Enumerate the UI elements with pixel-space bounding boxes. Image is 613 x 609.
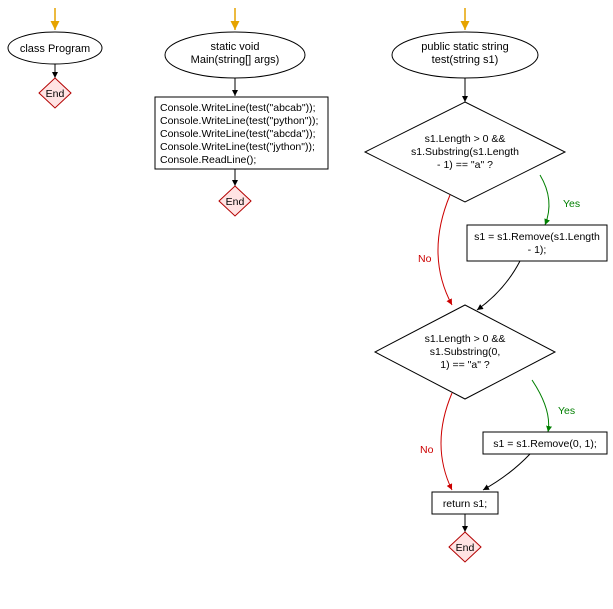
main-line3: Console.WriteLine(test("abcda")); [160,128,316,140]
label-class-program: class Program [20,43,90,55]
main-line2: Console.WriteLine(test("python")); [160,115,318,127]
main-line4: Console.WriteLine(test("jython")); [160,141,315,153]
edge-d2-yes [532,380,549,432]
end-node-1: End [39,78,71,108]
label-main-2: Main(string[] args) [191,54,280,66]
p2-l1: s1 = s1.Remove(0, 1); [493,438,597,450]
main-line5: Console.ReadLine(); [160,154,256,166]
end-label-1: End [46,88,65,100]
d2-yes-label: Yes [558,405,575,417]
p1-l2: - 1); [528,244,547,256]
edge-p2-merge [483,454,530,490]
d1-no-label: No [418,253,432,265]
d2-l1: s1.Length > 0 && [425,333,506,345]
label-test-1: public static string [421,41,508,53]
edge-d1-no [438,195,452,305]
main-line1: Console.WriteLine(test("abcab")); [160,102,316,114]
d2-l2: s1.Substring(0, [430,346,501,358]
end-node-3: End [449,532,481,562]
return-label: return s1; [443,498,487,510]
d1-yes-label: Yes [563,198,580,210]
end-node-2: End [219,186,251,216]
end-label-3: End [456,542,475,554]
edge-d2-no [441,393,452,490]
d1-l2: s1.Substring(s1.Length [411,146,519,158]
d1-l1: s1.Length > 0 && [425,133,506,145]
label-test-2: test(string s1) [432,54,499,66]
p1-l1: s1 = s1.Remove(s1.Length [474,231,600,243]
edge-d1-yes [540,175,549,225]
d2-no-label: No [420,444,434,456]
end-label-2: End [226,196,245,208]
d1-l3: - 1) == "a" ? [437,159,493,171]
d2-l3: 1) == "a" ? [440,359,490,371]
edge-p1-merge [477,261,520,310]
label-main-1: static void [211,41,260,53]
flowchart-diagram: class Program End static void Main(strin… [0,0,613,609]
